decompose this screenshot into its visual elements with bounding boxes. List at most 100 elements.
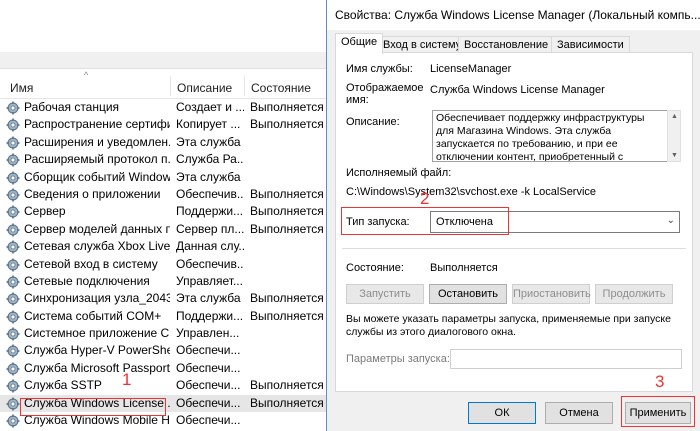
service-gear-icon [6, 292, 20, 306]
tab-general[interactable]: Общие [335, 33, 384, 54]
service-gear-icon [6, 327, 20, 341]
table-row[interactable]: Системное приложение C... Управлен... [0, 325, 330, 342]
scroll-down-icon[interactable]: ▼ [671, 152, 678, 159]
column-header-name[interactable]: Имя [10, 81, 33, 95]
table-row[interactable]: Служба Hyper-V PowerShe... Обеспечи... [0, 342, 330, 359]
service-gear-icon [6, 275, 20, 289]
exe-label: Исполняемый файл: [346, 167, 452, 179]
column-header-description[interactable]: Описание [177, 81, 232, 95]
service-gear-icon [6, 153, 20, 167]
service-name-cell: Сервер моделей данных п... [24, 221, 170, 236]
service-status-cell: Выполняется [250, 100, 324, 114]
divider [342, 248, 686, 249]
service-gear-icon [6, 101, 20, 115]
ok-button[interactable]: ОК [468, 402, 536, 424]
table-row[interactable]: Сборщик событий Windows Эта служба ... [0, 169, 330, 186]
service-description-cell: Поддержи... [176, 308, 244, 323]
table-row[interactable]: Сервер моделей данных п... Сервер пл... Вы… [0, 221, 330, 238]
service-description-cell: Эта служба ... [176, 169, 244, 184]
table-row[interactable]: Система событий COM+ Поддержи... Выполняет… [0, 308, 330, 325]
service-gear-icon [6, 171, 20, 185]
column-header-status[interactable]: Состояние [251, 81, 311, 95]
service-gear-icon [6, 188, 20, 202]
service-description-cell: Обеспечив... [176, 186, 244, 201]
service-gear-icon [6, 205, 20, 219]
dialog-titlebar: Свойства: Служба Windows License Manager… [327, 0, 700, 30]
services-column-headers: Имя Описание Состояние [0, 72, 330, 99]
service-gear-icon [6, 136, 20, 150]
service-gear-icon [6, 379, 20, 393]
service-description-cell: Обеспечи... [176, 395, 241, 410]
service-name-cell: Распространение сертифи... [24, 117, 170, 132]
tab-recovery[interactable]: Восстановление [458, 36, 555, 53]
table-row[interactable]: Сетевые подключения Управляет... [0, 273, 330, 290]
service-description-cell: Служба Ра... [176, 152, 244, 167]
tab-logon[interactable]: Вход в систему [377, 36, 468, 53]
service-status-cell: Выполняется [250, 378, 324, 393]
general-tab-panel: Имя службы: LicenseManager Отображаемое … [335, 52, 693, 392]
service-description-cell: Обеспечи... [176, 360, 241, 375]
service-name-cell: Система событий COM+ [24, 308, 162, 323]
table-row[interactable]: Служба Microsoft Passport Обеспечи... [0, 360, 330, 377]
start-button[interactable]: Запустить [346, 284, 424, 304]
services-table-body: Рабочая станция Создает и ... Выполняется Р… [0, 99, 330, 429]
table-row[interactable]: Сетевой вход в систему Обеспечив... [0, 256, 330, 273]
service-gear-icon [6, 118, 20, 132]
service-properties-dialog: Свойства: Служба Windows License Manager… [326, 0, 700, 431]
service-description-cell: Эта служба ... [176, 291, 244, 306]
start-params-input[interactable] [450, 349, 682, 369]
service-name-cell: Рабочая станция [24, 100, 120, 114]
table-row[interactable]: Сервер Поддержи... Выполняется [0, 203, 330, 220]
table-row[interactable]: Расширения и уведомлен... Эта служба ... [0, 134, 330, 151]
service-name-cell: Синхронизация узла_2043... [24, 291, 170, 306]
annotation-number-3: 3 [655, 372, 665, 391]
scroll-up-icon[interactable]: ▲ [671, 113, 678, 120]
description-label: Описание: [346, 116, 400, 128]
display-name-label-line2: имя: [346, 94, 369, 106]
table-row[interactable]: Синхронизация узла_2043... Эта служба ...… [0, 290, 330, 307]
display-name-label-line1: Отображаемое [346, 82, 424, 94]
service-name-cell: Служба Hyper-V PowerShe... [24, 343, 170, 358]
description-textbox[interactable]: Обеспечивает поддержку инфраструктуры дл… [432, 110, 668, 162]
service-name-cell: Служба Microsoft Passport [24, 360, 170, 375]
service-gear-icon [6, 258, 20, 272]
table-row[interactable]: Рабочая станция Создает и ... Выполняется [0, 99, 330, 116]
annotation-number-2: 2 [420, 189, 430, 208]
pause-button[interactable]: Приостановить [512, 284, 591, 304]
cancel-button[interactable]: Отмена [545, 402, 613, 424]
service-status-cell: Выполняется [250, 291, 324, 306]
service-description-cell: Сервер пл... [176, 221, 244, 236]
service-description-cell: Данная слу... [176, 239, 244, 254]
table-row[interactable]: Расширяемый протокол п... Служба Ра... [0, 151, 330, 168]
display-name-value: Служба Windows License Manager [430, 84, 605, 96]
resume-button[interactable]: Продолжить [595, 284, 673, 304]
horizontal-scrollbar[interactable] [0, 52, 330, 69]
service-gear-icon [6, 344, 20, 358]
service-name-cell: Служба SSTP [24, 378, 102, 393]
annotation-box-2 [341, 207, 509, 235]
table-row[interactable]: Служба SSTP Обеспечи... Выполняется [0, 377, 330, 394]
service-name-cell: Сервер [24, 204, 66, 219]
service-description-cell: Управлен... [176, 326, 240, 341]
description-scrollbar[interactable]: ▲ ▼ [667, 110, 681, 162]
service-gear-icon [6, 223, 20, 237]
exe-path-value: C:\Windows\System32\svchost.exe -k Local… [346, 186, 597, 198]
table-row[interactable]: Сведения о приложении Обеспечив... Выполня… [0, 186, 330, 203]
service-name-cell: Расширяемый протокол п... [24, 152, 170, 167]
annotation-number-1: 1 [122, 370, 132, 389]
service-description-cell: Поддержи... [176, 204, 244, 219]
service-name-cell: Сведения о приложении [24, 186, 161, 201]
service-status-cell: Выполняется [250, 395, 324, 410]
stop-button[interactable]: Остановить [429, 284, 507, 304]
service-gear-icon [6, 397, 20, 411]
annotation-box-3 [621, 396, 695, 427]
table-row[interactable]: Распространение сертифи... Копирует ... Вы… [0, 116, 330, 133]
service-status-cell: Выполняется [250, 204, 324, 219]
service-gear-icon [6, 240, 20, 254]
service-status-cell: Выполняется [250, 117, 324, 132]
service-description-cell: Копирует ... [176, 117, 241, 132]
table-row[interactable]: Сетевая служба Xbox Live Данная слу... [0, 238, 330, 255]
tab-dependencies[interactable]: Зависимости [551, 36, 630, 53]
service-description-cell: Создает и ... [176, 100, 244, 114]
service-description-cell: Управляет... [176, 273, 243, 288]
